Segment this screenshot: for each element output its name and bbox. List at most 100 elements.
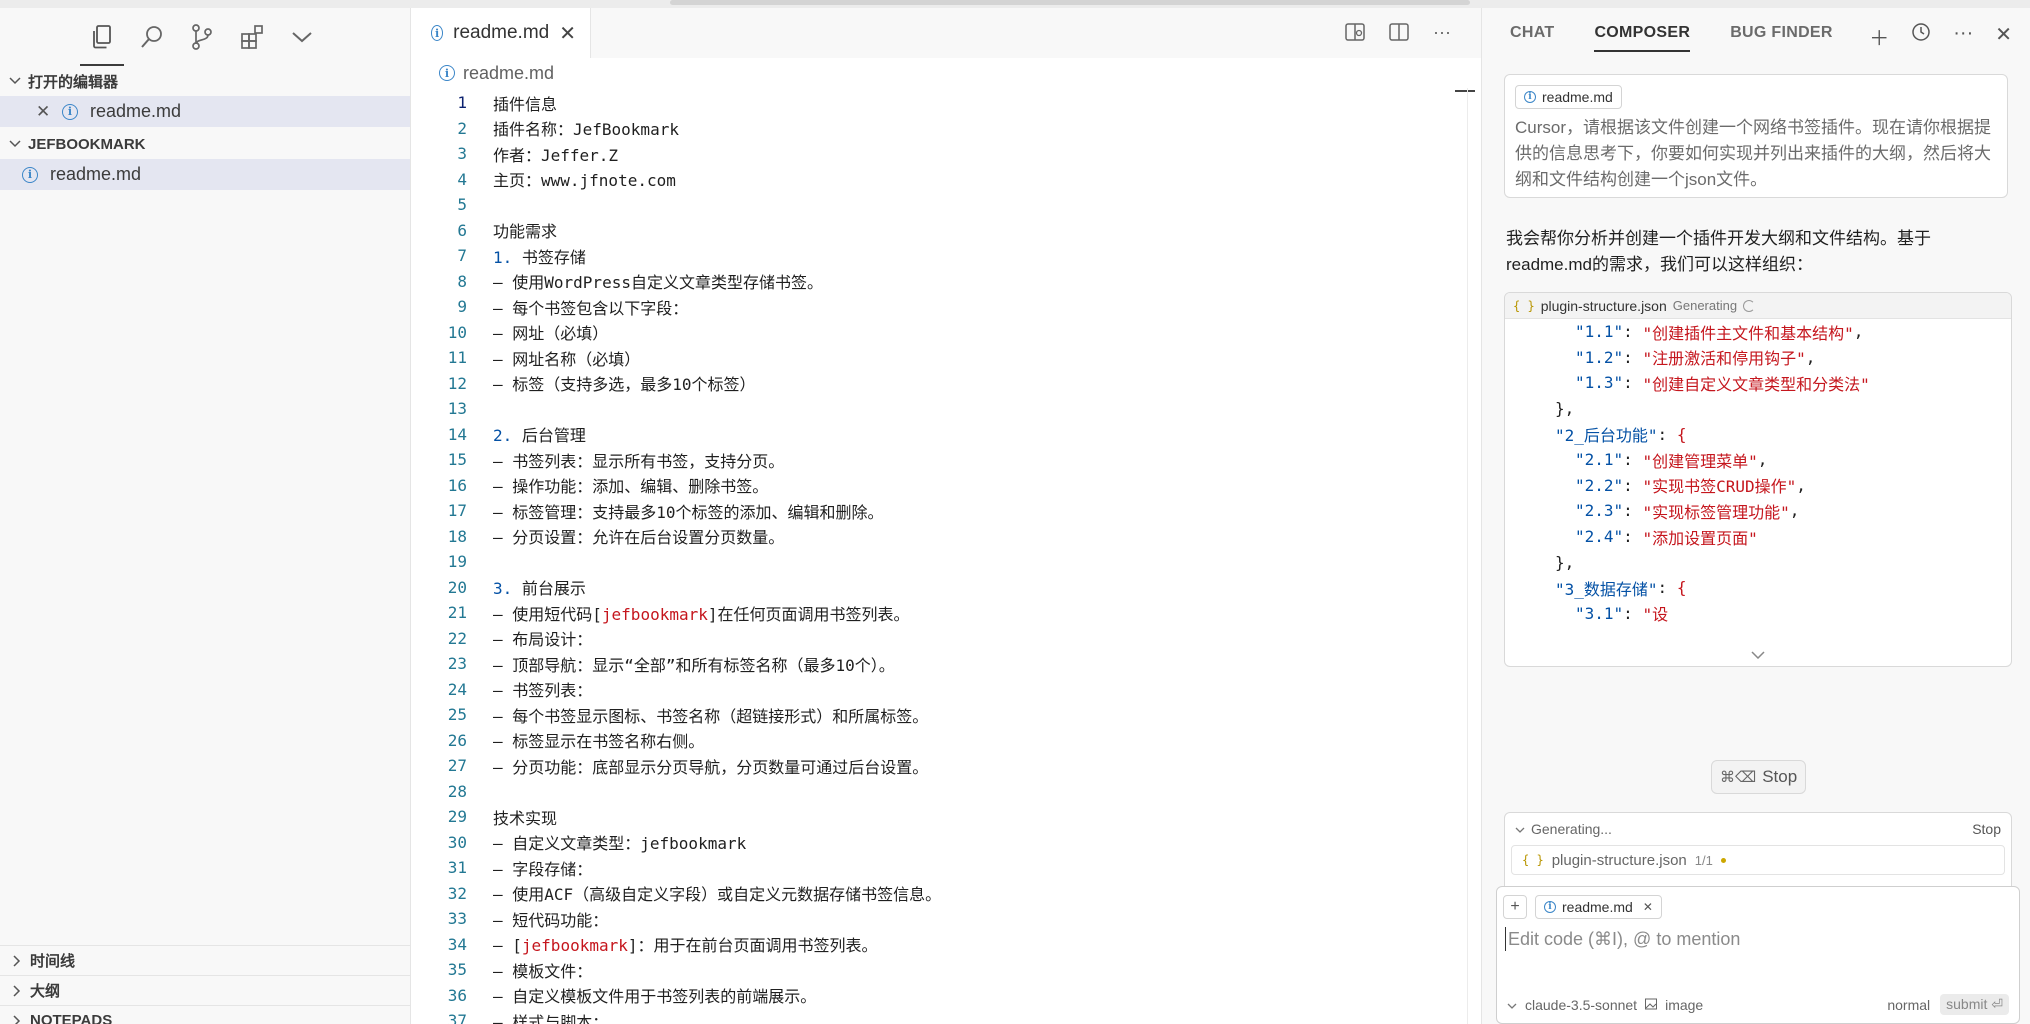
horizontal-scrollbar[interactable] <box>670 0 1470 5</box>
add-context-button[interactable]: + <box>1503 895 1527 919</box>
code-line[interactable]: 31 – 字段存储： <box>411 855 1481 881</box>
project-file-item[interactable]: i readme.md <box>0 159 410 190</box>
code-line[interactable]: 16 – 操作功能：添加、编辑、删除书签。 <box>411 473 1481 499</box>
code-block-body[interactable]: "1.1": "创建插件主文件和基本结构", "1.2": "注册激活和停用钩子"… <box>1505 319 2011 626</box>
notepads-section[interactable]: NOTEPADS <box>0 1005 411 1024</box>
input-context-chip[interactable]: i readme.md ✕ <box>1535 895 1662 919</box>
code-line[interactable]: 30 – 自定义文章类型：jefbookmark <box>411 830 1481 856</box>
close-icon[interactable]: ✕ <box>559 21 576 46</box>
code-line[interactable]: 34– [jefbookmark]：用于在前台页面调用书签列表。 <box>411 932 1481 958</box>
code-line[interactable]: 13 <box>411 396 1481 422</box>
json-comma: , <box>1805 347 1816 367</box>
tab-readme[interactable]: i readme.md ✕ <box>411 8 591 58</box>
tab-composer[interactable]: COMPOSER <box>1594 14 1691 52</box>
image-button[interactable]: image <box>1665 997 1703 1013</box>
code-line[interactable]: 18 – 分页设置：允许在后台设置分页数量。 <box>411 524 1481 550</box>
code-line[interactable]: 6 功能需求 <box>411 218 1481 244</box>
line-text: 技术实现 <box>467 805 557 829</box>
code-line[interactable]: 21– 使用短代码[jefbookmark]在任何页面调用书签列表。 <box>411 600 1481 626</box>
generating-box: Generating... Stop { } plugin-structure.… <box>1504 812 2012 892</box>
submit-button[interactable]: submit ⏎ <box>1940 994 2009 1015</box>
generating-stop-button[interactable]: Stop <box>1972 821 2001 837</box>
code-line[interactable]: 24 – 书签列表： <box>411 677 1481 703</box>
code-line[interactable]: 12 – 标签（支持多选，最多10个标签） <box>411 371 1481 397</box>
input-footer-right: normal submit ⏎ <box>1887 994 2009 1015</box>
code-line[interactable]: 32 – 使用ACF（高级自定义字段）或自定义元数据存储书签信息。 <box>411 881 1481 907</box>
user-message-box[interactable]: i readme.md Cursor，请根据该文件创建一个网络书签插件。现在请你… <box>1504 74 2008 198</box>
outline-section[interactable]: 大纲 <box>0 975 411 1005</box>
json-punct: }, <box>1555 399 1575 419</box>
activity-bar <box>0 8 410 66</box>
code-line[interactable]: 7 1. 书签存储 <box>411 243 1481 269</box>
code-line[interactable]: 9 – 每个书签包含以下字段： <box>411 294 1481 320</box>
code-line[interactable]: 36 – 自定义模板文件用于书签列表的前端展示。 <box>411 983 1481 1009</box>
code-line[interactable]: 28 <box>411 779 1481 805</box>
tab-bug-finder[interactable]: BUG FINDER <box>1730 24 1833 42</box>
explorer-files-icon[interactable] <box>80 23 124 66</box>
project-header[interactable]: JEFBOOKMARK <box>0 129 410 159</box>
line-content: – 网址名称（必填） <box>493 349 641 369</box>
code-line[interactable]: 25 – 每个书签显示图标、书签名称（超链接形式）和所属标签。 <box>411 702 1481 728</box>
vertical-scrollbar[interactable] <box>1467 88 1481 1024</box>
code-line[interactable]: 15 – 书签列表：显示所有书签，支持分页。 <box>411 447 1481 473</box>
code-line[interactable]: 33 – 短代码功能： <box>411 906 1481 932</box>
context-chip[interactable]: i readme.md <box>1515 85 1622 109</box>
line-text: 主页：www.jfnote.com <box>467 167 676 191</box>
chevron-down-icon[interactable] <box>1515 821 1525 837</box>
close-icon[interactable]: ✕ <box>1643 900 1653 914</box>
code-line[interactable]: 17 – 标签管理：支持最多10个标签的添加、编辑和删除。 <box>411 498 1481 524</box>
close-icon[interactable]: ✕ <box>1995 22 2012 51</box>
composer-input[interactable]: Edit code (⌘I), @ to mention <box>1505 927 2019 951</box>
extensions-icon[interactable] <box>238 23 266 51</box>
code-line[interactable]: 1 插件信息 <box>411 90 1481 116</box>
assistant-reply: 我会帮你分析并创建一个插件开发大纲和文件结构。基于readme.md的需求，我们… <box>1506 229 1931 274</box>
code-line[interactable]: 23 – 顶部导航：显示“全部”和所有标签名称（最多10个）。 <box>411 651 1481 677</box>
user-message: Cursor，请根据该文件创建一个网络书签插件。现在请你根据提供的信息思考下，你… <box>1515 118 1992 189</box>
json-colon: : <box>1623 527 1643 547</box>
line-number: 4 <box>457 169 467 189</box>
code-line[interactable]: 26 – 标签显示在书签名称右侧。 <box>411 728 1481 754</box>
source-control-icon[interactable] <box>188 23 216 51</box>
open-editors-header[interactable]: 打开的编辑器 <box>0 66 410 96</box>
expand-chevron-icon[interactable] <box>1505 646 2011 662</box>
composer-input-box[interactable]: + i readme.md ✕ Edit code (⌘I), @ to men… <box>1496 886 2020 1024</box>
model-selector[interactable]: claude-3.5-sonnet <box>1525 997 1637 1013</box>
generating-file-row[interactable]: { } plugin-structure.json 1/1 <box>1511 845 2005 875</box>
tab-chat[interactable]: CHAT <box>1510 24 1554 42</box>
close-icon[interactable]: ✕ <box>36 102 56 122</box>
code-line[interactable]: 35 – 模板文件： <box>411 957 1481 983</box>
code-line[interactable]: 20 3. 前台展示 <box>411 575 1481 601</box>
line-number: 20 <box>447 577 467 597</box>
mode-selector[interactable]: normal <box>1887 997 1930 1013</box>
code-line[interactable]: 5 <box>411 192 1481 218</box>
line-content: 后台管理 <box>512 426 586 446</box>
code-line[interactable]: 22 – 布局设计： <box>411 626 1481 652</box>
open-preview-icon[interactable] <box>1345 22 1365 47</box>
split-editor-icon[interactable] <box>1389 22 1409 47</box>
breadcrumb-file[interactable]: readme.md <box>463 63 554 84</box>
chevron-down-icon[interactable] <box>288 23 316 51</box>
code-line[interactable]: 3 作者：Jeffer.Z <box>411 141 1481 167</box>
code-view[interactable]: 1 插件信息 2 插件名称：JefBookmark 3 作者：Jeffer.Z 4 主页：ww… <box>411 88 1481 1024</box>
stop-button[interactable]: ⌘⌫ Stop <box>1711 760 1807 794</box>
search-icon[interactable] <box>138 23 166 51</box>
timeline-section[interactable]: 时间线 <box>0 945 411 975</box>
plus-icon[interactable]: ＋ <box>1869 22 1889 51</box>
code-line[interactable]: 10 – 网址（必填） <box>411 320 1481 346</box>
history-icon[interactable] <box>1911 22 1931 51</box>
code-line[interactable]: 27 – 分页功能：底部显示分页导航，分页数量可通过后台设置。 <box>411 753 1481 779</box>
code-line[interactable]: 37 – 样式与脚本： <box>411 1008 1481 1024</box>
code-line[interactable]: 4 主页：www.jfnote.com <box>411 167 1481 193</box>
open-editor-item[interactable]: ✕ i readme.md <box>0 96 410 127</box>
code-line[interactable]: 14 2. 后台管理 <box>411 422 1481 448</box>
open-editors-title: 打开的编辑器 <box>28 73 119 91</box>
code-line[interactable]: 2 插件名称：JefBookmark <box>411 116 1481 142</box>
code-line[interactable]: 29 技术实现 <box>411 804 1481 830</box>
code-block-header[interactable]: { } plugin-structure.json Generating <box>1505 293 2011 319</box>
more-actions-icon[interactable]: ··· <box>1433 22 1451 47</box>
code-line[interactable]: 8 – 使用WordPress自定义文章类型存储书签。 <box>411 269 1481 295</box>
more-icon[interactable]: ··· <box>1953 22 1973 51</box>
json-colon: : <box>1623 373 1643 393</box>
code-line[interactable]: 19 <box>411 549 1481 575</box>
code-line[interactable]: 11 – 网址名称（必填） <box>411 345 1481 371</box>
